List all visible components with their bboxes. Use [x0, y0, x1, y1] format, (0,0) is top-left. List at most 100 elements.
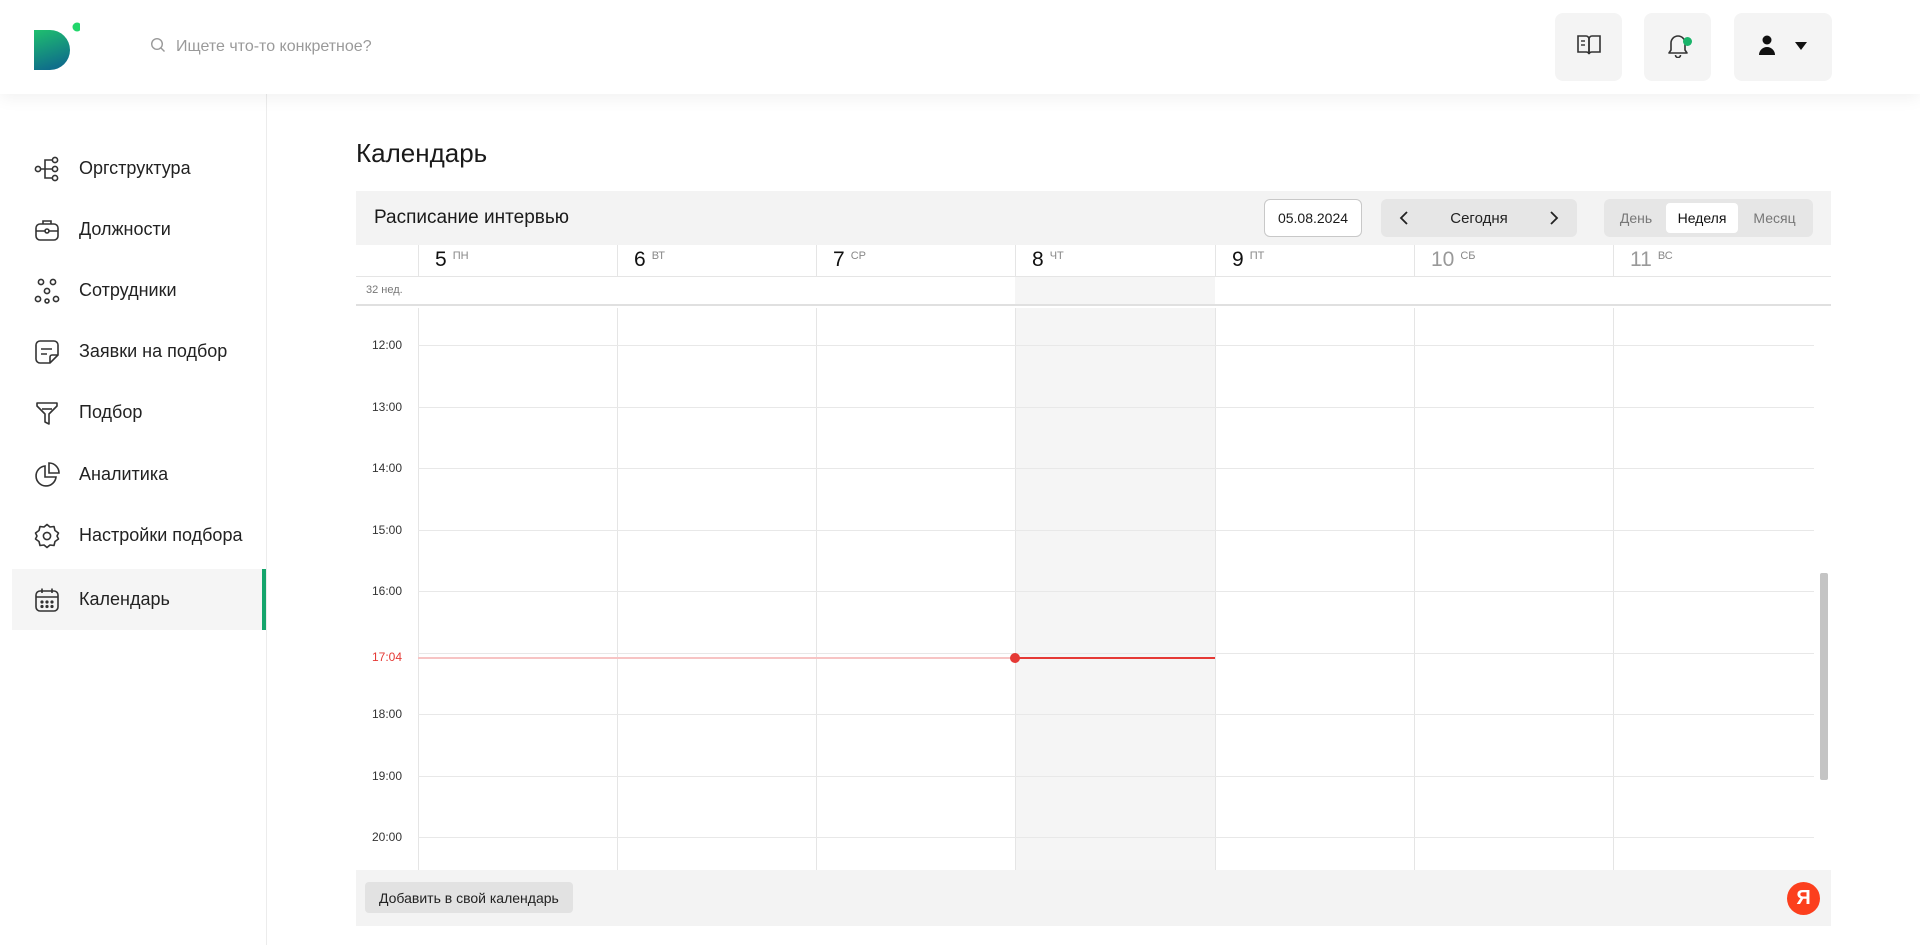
tab-day[interactable]: День: [1608, 203, 1664, 233]
grid-scrollbar[interactable]: [1820, 573, 1828, 780]
sidebar-item-recruitment[interactable]: Подбор: [12, 382, 266, 443]
current-time-label: 17:04: [372, 650, 403, 664]
sidebar-item-label: Должности: [79, 219, 171, 239]
search-input[interactable]: Ищете что-то конкретное?: [176, 38, 372, 56]
briefcase-icon: [34, 217, 60, 243]
hour-label: 14:00: [372, 461, 403, 475]
today-column: [1015, 308, 1215, 870]
day-number: 5: [435, 248, 447, 271]
column-divider: [418, 308, 419, 870]
day-name: ПТ: [1249, 250, 1265, 262]
add-to-calendar-button[interactable]: Добавить в свой календарь: [365, 882, 573, 913]
time-grid[interactable]: 12:00 13:00 14:00 15:00 16:00 18:00 19:00 20:00…: [356, 308, 1831, 870]
all-day-row: 32 нед.: [356, 276, 1831, 306]
view-switcher: День Неделя Месяц: [1604, 199, 1813, 237]
tab-month[interactable]: Месяц: [1740, 203, 1809, 233]
day-number: 8: [1032, 248, 1044, 271]
people-icon: [34, 278, 60, 304]
day-header[interactable]: 10 СБ: [1414, 245, 1613, 276]
day-header[interactable]: 6 ВТ: [617, 245, 816, 276]
chevron-right-icon: [1550, 211, 1559, 225]
day-name: ПН: [452, 250, 469, 262]
day-number: 9: [1232, 248, 1244, 271]
calendar-footer: Добавить в свой календарь Я: [356, 870, 1831, 926]
sidebar-item-label: Календарь: [79, 589, 170, 609]
hour-line: [418, 776, 1814, 777]
day-name: ВТ: [651, 250, 666, 262]
hour-line: [418, 837, 1814, 838]
sidebar-item-label: Оргструктура: [79, 158, 191, 178]
hour-line: [418, 714, 1814, 715]
hour-label: 19:00: [372, 769, 403, 783]
chevron-down-icon: [1794, 38, 1808, 56]
sidebar-item-positions[interactable]: Должности: [12, 199, 266, 260]
current-time-line-past: [418, 657, 1015, 659]
sidebar-item-org-structure[interactable]: Оргструктура: [12, 138, 266, 199]
top-header: Ищете что-то конкретное?: [0, 0, 1920, 94]
hour-label: 18:00: [372, 707, 403, 721]
sidebar-item-recruitment-settings[interactable]: Настройки подбора: [12, 505, 266, 566]
column-divider: [1414, 308, 1415, 870]
column-divider: [816, 308, 817, 870]
week-number: 32 нед.: [366, 284, 403, 296]
day-number: 7: [833, 248, 845, 271]
hour-label: 15:00: [372, 523, 403, 537]
sidebar-item-calendar[interactable]: Календарь: [12, 569, 266, 630]
day-header[interactable]: 9 ПТ: [1215, 245, 1414, 276]
day-name: СБ: [1460, 250, 1476, 262]
current-time-line: [1015, 657, 1215, 659]
day-name: ЧТ: [1049, 250, 1064, 262]
hour-label: 13:00: [372, 400, 403, 414]
pie-chart-icon: [34, 462, 60, 488]
calendar-toolbar: Расписание интервью 05.08.2024 Сегодня Д…: [356, 191, 1831, 245]
day-header[interactable]: 5 ПН: [418, 245, 617, 276]
next-week-button[interactable]: [1535, 199, 1573, 237]
notifications-button[interactable]: [1644, 13, 1711, 81]
day-number: 10: [1431, 248, 1455, 271]
prev-week-button[interactable]: [1385, 199, 1423, 237]
hour-line: [418, 468, 1814, 469]
sidebar-item-label: Аналитика: [79, 464, 169, 484]
hour-label: 20:00: [372, 830, 403, 844]
sidebar-nav: Оргструктура Должности Сотрудники Заявки…: [0, 94, 267, 945]
sidebar-item-requests[interactable]: Заявки на подбор: [12, 321, 266, 382]
book-icon: [1576, 33, 1602, 62]
search-icon: [150, 37, 166, 58]
column-divider: [1215, 308, 1216, 870]
hour-line: [418, 653, 1814, 654]
document-icon: [34, 339, 60, 365]
gear-icon: [34, 523, 60, 549]
current-time-dot: [1010, 653, 1020, 663]
day-number: 11: [1630, 248, 1652, 271]
date-picker[interactable]: 05.08.2024: [1264, 199, 1362, 237]
hour-line: [418, 530, 1814, 531]
user-menu-button[interactable]: [1734, 13, 1832, 81]
calendar-title: Расписание интервью: [374, 207, 570, 228]
hour-line: [418, 591, 1814, 592]
calendar-widget: Расписание интервью 05.08.2024 Сегодня Д…: [356, 191, 1831, 926]
day-header[interactable]: 7 СР: [816, 245, 1015, 276]
hour-line: [418, 345, 1814, 346]
tab-week[interactable]: Неделя: [1666, 203, 1738, 233]
today-button[interactable]: Сегодня: [1427, 199, 1531, 237]
day-name: ВС: [1657, 250, 1673, 262]
sidebar-item-employees[interactable]: Сотрудники: [12, 260, 266, 321]
chevron-left-icon: [1399, 211, 1408, 225]
page-title: Календарь: [356, 138, 488, 168]
app-logo[interactable]: [34, 22, 82, 70]
day-header[interactable]: 8 ЧТ: [1015, 245, 1214, 276]
user-icon: [1758, 34, 1776, 61]
sidebar-item-label: Сотрудники: [79, 280, 177, 300]
hour-label: 16:00: [372, 584, 403, 598]
knowledge-base-button[interactable]: [1555, 13, 1622, 81]
day-name: СР: [850, 250, 866, 262]
column-divider: [1015, 308, 1016, 870]
day-header[interactable]: 11 ВС: [1613, 245, 1812, 276]
search-bar[interactable]: Ищете что-то конкретное?: [150, 36, 372, 58]
sidebar-item-label: Заявки на подбор: [79, 341, 228, 361]
sidebar-item-analytics[interactable]: Аналитика: [12, 444, 266, 505]
column-divider: [1613, 308, 1614, 870]
org-structure-icon: [34, 156, 60, 182]
sidebar-item-label: Настройки подбора: [79, 525, 243, 545]
week-days-header: 5 ПН 6 ВТ 7 СР 8 ЧТ 9 ПТ 10 СБ 11 ВС: [356, 245, 1831, 276]
